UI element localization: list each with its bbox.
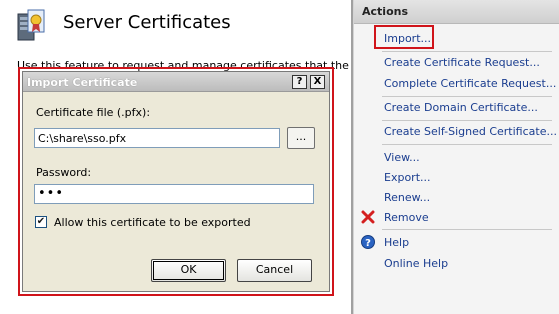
password-label: Password:	[36, 166, 92, 179]
svg-text:?: ?	[365, 238, 371, 249]
actions-pane: Actions Import... Create Certificate Req…	[353, 0, 559, 314]
action-import[interactable]: Import...	[384, 32, 431, 45]
dialog-title: Import Certificate	[27, 76, 138, 89]
action-create-self-signed-certificate[interactable]: Create Self-Signed Certificate...	[384, 125, 557, 138]
remove-x-icon	[361, 210, 375, 224]
allow-export-label: Allow this certificate to be exported	[54, 216, 251, 229]
actions-separator	[382, 144, 552, 145]
actions-header: Actions	[354, 0, 559, 24]
server-certificates-icon	[17, 9, 45, 41]
action-view[interactable]: View...	[384, 151, 420, 164]
certificate-file-label: Certificate file (.pfx):	[36, 106, 151, 119]
action-renew[interactable]: Renew...	[384, 191, 430, 204]
action-remove[interactable]: Remove	[384, 211, 429, 224]
browse-button[interactable]: ...	[287, 127, 315, 149]
dialog-titlebar[interactable]: Import Certificate ? X	[23, 72, 329, 92]
action-online-help[interactable]: Online Help	[384, 257, 448, 270]
action-export[interactable]: Export...	[384, 171, 431, 184]
certificate-file-input[interactable]	[34, 128, 280, 148]
import-certificate-dialog: Import Certificate ? X Certificate file …	[22, 71, 330, 292]
actions-separator	[382, 96, 552, 97]
allow-export-checkbox[interactable]: ✔	[35, 216, 47, 228]
close-button[interactable]: X	[310, 75, 325, 89]
ok-button[interactable]: OK	[151, 259, 226, 282]
page-title: Server Certificates	[63, 12, 231, 33]
help-button[interactable]: ?	[292, 75, 307, 89]
cancel-button[interactable]: Cancel	[237, 259, 312, 282]
action-create-domain-certificate[interactable]: Create Domain Certificate...	[384, 101, 538, 114]
actions-header-label: Actions	[362, 5, 408, 18]
action-complete-certificate-request[interactable]: Complete Certificate Request...	[384, 77, 556, 90]
actions-separator	[382, 51, 552, 52]
actions-separator	[382, 229, 552, 230]
actions-separator	[382, 120, 552, 121]
help-icon: ?	[361, 235, 375, 249]
action-help[interactable]: Help	[384, 236, 409, 249]
action-create-certificate-request[interactable]: Create Certificate Request...	[384, 56, 540, 69]
password-field[interactable]: •••	[34, 184, 314, 204]
